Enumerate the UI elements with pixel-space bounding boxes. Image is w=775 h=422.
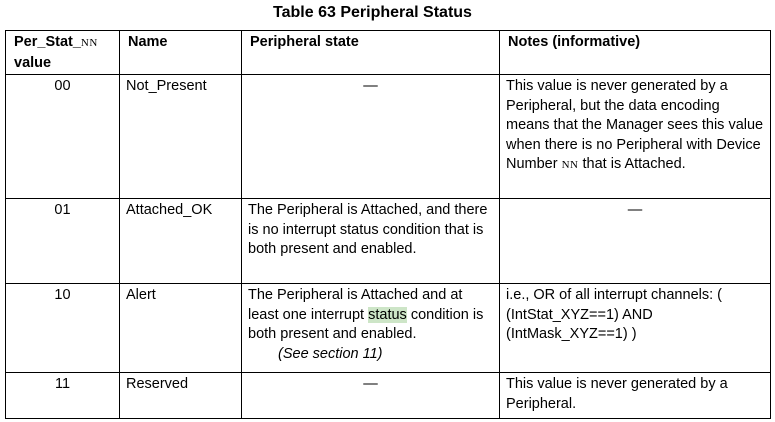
table-row: 00 Not_Present — This value is never gen…	[5, 74, 771, 199]
cell-state: The Peripheral is Attached, and there is…	[241, 198, 500, 284]
cell-value: 11	[5, 372, 120, 419]
header-value: Per_Stat_NN value	[5, 30, 120, 75]
header-notes: Notes (informative)	[499, 30, 771, 75]
table-caption: Table 63 Peripheral Status	[273, 4, 472, 21]
cell-value: 01	[5, 198, 120, 284]
highlighted-word: status	[368, 306, 407, 323]
cell-value: 10	[5, 283, 120, 373]
notes-nn: NN	[561, 159, 579, 171]
header-state: Peripheral state	[241, 30, 500, 75]
cell-notes: This value is never generated by a Perip…	[499, 74, 771, 199]
cell-state: The Peripheral is Attached and at least …	[241, 283, 500, 373]
cell-state: —	[241, 372, 500, 419]
cell-name: Alert	[119, 283, 242, 373]
header-row: Per_Stat_NN value Name Peripheral state N…	[5, 30, 771, 75]
cell-name: Not_Present	[119, 74, 242, 199]
notes-text-part2: that is Attached.	[578, 156, 686, 172]
header-value-nn: NN	[80, 37, 98, 49]
peripheral-status-table: Per_Stat_NN value Name Peripheral state N…	[5, 30, 771, 419]
cell-state: —	[241, 74, 500, 199]
table-row: 11 Reserved — This value is never genera…	[5, 372, 771, 419]
table-row: 01 Attached_OK The Peripheral is Attache…	[5, 198, 771, 284]
header-value-suffix: value	[14, 54, 52, 71]
cell-name: Reserved	[119, 372, 242, 419]
header-name: Name	[119, 30, 242, 75]
cell-value: 00	[5, 74, 120, 199]
header-value-prefix: Per_Stat_	[14, 34, 81, 50]
section-reference: (See section 11)	[278, 345, 383, 362]
cell-notes: i.e., OR of all interrupt channels: ( (I…	[499, 283, 771, 373]
cell-name: Attached_OK	[119, 198, 242, 284]
cell-notes: —	[499, 198, 771, 284]
cell-notes: This value is never generated by a Perip…	[499, 372, 771, 419]
state-text: The Peripheral is Attached and at least …	[248, 286, 493, 345]
table-row: 10 Alert The Peripheral is Attached and …	[5, 283, 771, 373]
